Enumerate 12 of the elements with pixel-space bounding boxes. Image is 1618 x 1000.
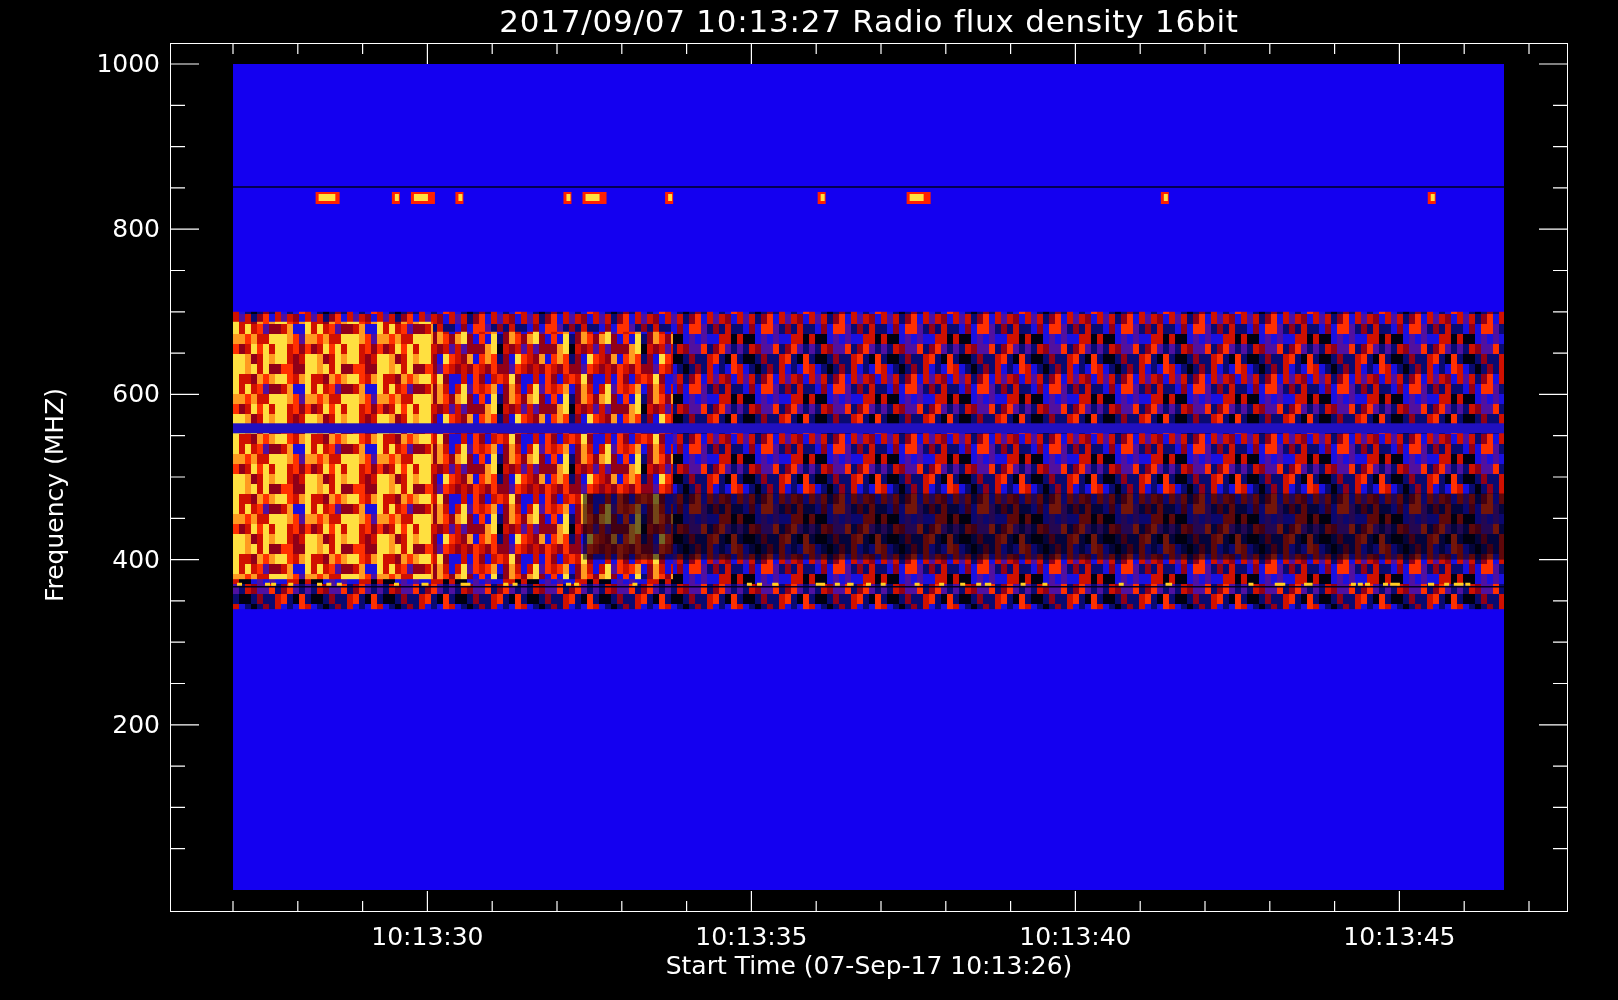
y-axis-label: Frequency (MHZ)	[40, 386, 70, 605]
x-tick-label: 10:13:35	[694, 922, 809, 952]
chart-title: 2017/09/07 10:13:27 Radio flux density 16bit	[499, 2, 1239, 40]
x-axis-label: Start Time (07-Sep-17 10:13:26)	[665, 951, 1073, 981]
y-tick-label: 600	[111, 379, 160, 410]
y-tick-label: 800	[111, 214, 160, 245]
y-tick-label: 200	[111, 709, 160, 740]
x-tick-label: 10:13:30	[370, 922, 485, 952]
y-tick-label: 400	[111, 544, 160, 575]
x-tick-label: 10:13:45	[1342, 922, 1457, 952]
y-tick-label: 1000	[95, 49, 160, 79]
x-tick-label: 10:13:40	[1018, 922, 1133, 952]
